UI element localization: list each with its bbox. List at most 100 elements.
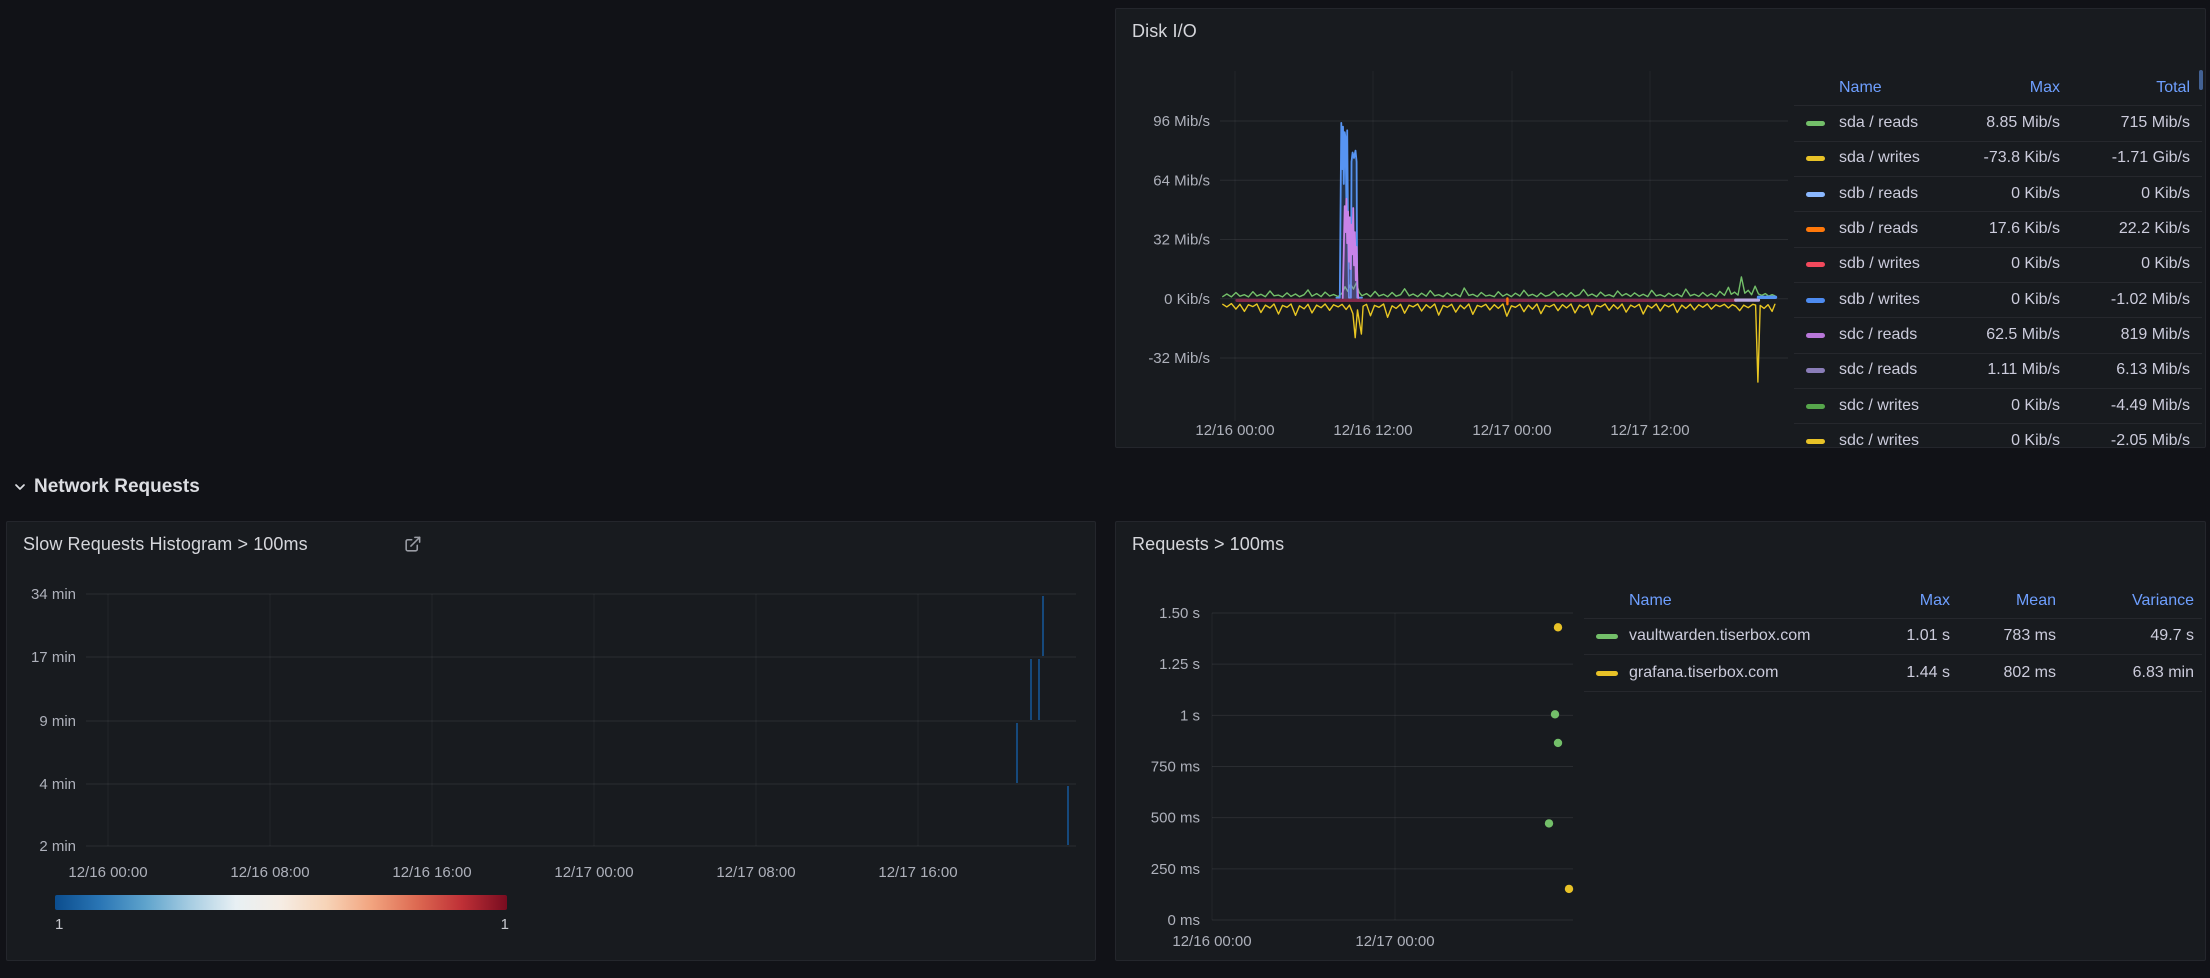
series-color-swatch (1806, 404, 1825, 409)
legend-row[interactable]: sdc / reads1.11 Mib/s6.13 Mib/s (1794, 359, 2202, 381)
series-color-swatch (1806, 298, 1825, 303)
legend-cell-max: 1.44 s (1830, 662, 1950, 684)
x-axis-tick-label: 12/17 16:00 (878, 864, 957, 881)
series-sda-writes (1223, 304, 1775, 383)
legend-row[interactable]: sda / reads8.85 Mib/s715 Mib/s (1794, 112, 2202, 134)
y-axis-tick-label: -32 Mib/s (1148, 350, 1210, 367)
series-color-swatch (1806, 368, 1825, 373)
y-axis-tick-label: 1.25 s (1159, 656, 1200, 673)
panel-title-slow-requests[interactable]: Slow Requests Histogram > 100ms (23, 534, 308, 555)
scatter-point[interactable] (1554, 623, 1562, 631)
legend-header-total[interactable]: Total (2070, 77, 2190, 99)
panel-requests: 1.50 s1.25 s1 s750 ms500 ms250 ms0 ms12/… (1115, 521, 2206, 961)
y-axis-tick-label: 250 ms (1151, 861, 1200, 878)
legend-cell-name: sdb / writes (1839, 289, 1920, 311)
legend-row[interactable]: sdb / writes0 Kib/s-1.02 Mib/s (1794, 289, 2202, 311)
legend-row[interactable]: sdc / reads62.5 Mib/s819 Mib/s (1794, 324, 2202, 346)
legend-row[interactable]: vaultwarden.tiserbox.com1.01 s783 ms49.7… (1584, 625, 2202, 647)
series-color-swatch (1806, 121, 1825, 126)
legend-cell-max: -73.8 Kib/s (1924, 147, 2060, 169)
legend-cell-total: 0 Kib/s (2070, 253, 2190, 275)
color-scale-min: 1 (55, 916, 63, 933)
x-axis-tick-label: 12/16 00:00 (1195, 422, 1274, 439)
scatter-point[interactable] (1551, 710, 1559, 718)
legend-cell-total: -2.05 Mib/s (2070, 430, 2190, 447)
external-link-icon[interactable] (403, 535, 422, 554)
histogram-bar[interactable] (1038, 659, 1040, 720)
legend-row[interactable]: sdb / writes0 Kib/s0 Kib/s (1794, 253, 2202, 275)
legend-cell-max: 1.01 s (1830, 625, 1950, 647)
y-axis-tick-label: 64 Mib/s (1153, 172, 1210, 189)
legend-cell-mean: 783 ms (1956, 625, 2056, 647)
legend-cell-mean: 802 ms (1956, 662, 2056, 684)
y-axis-tick-label: 0 Kib/s (1164, 291, 1210, 308)
legend-row[interactable]: sdb / reads0 Kib/s0 Kib/s (1794, 183, 2202, 205)
legend-row[interactable]: sda / writes-73.8 Kib/s -1.71 Gib/s (1794, 147, 2202, 169)
y-axis-tick-label: 500 ms (1151, 810, 1200, 827)
legend-cell-total: 6.13 Mib/s (2070, 359, 2190, 381)
legend-cell-total: 819 Mib/s (2070, 324, 2190, 346)
legend-cell-name: sdc / writes (1839, 395, 1919, 417)
x-axis-tick-label: 12/17 00:00 (1472, 422, 1551, 439)
histogram-bar[interactable] (1030, 659, 1032, 720)
legend-header-name[interactable]: Name (1839, 77, 1882, 99)
legend-cell-max: 0 Kib/s (1924, 289, 2060, 311)
histogram-bar[interactable] (1042, 596, 1044, 656)
x-axis-tick-label: 12/17 00:00 (554, 864, 633, 881)
x-axis-tick-label: 12/16 08:00 (230, 864, 309, 881)
legend-cell-max: 1.11 Mib/s (1924, 359, 2060, 381)
legend-header-variance[interactable]: Variance (2064, 590, 2194, 612)
section-row-network-requests[interactable]: Network Requests (12, 476, 200, 498)
legend-cell-name: sdb / writes (1839, 253, 1920, 275)
x-axis-tick-label: 12/17 08:00 (716, 864, 795, 881)
y-axis-tick-label: 2 min (39, 838, 76, 855)
color-scale-max: 1 (499, 916, 509, 933)
y-axis-tick-label: 1.50 s (1159, 605, 1200, 622)
y-axis-tick-label: 34 min (31, 586, 76, 603)
legend-cell-variance: 6.83 min (2064, 662, 2194, 684)
legend-cell-max: 0 Kib/s (1924, 183, 2060, 205)
legend-row[interactable]: grafana.tiserbox.com1.44 s802 ms6.83 min (1584, 662, 2202, 684)
x-axis-tick-label: 12/16 00:00 (1172, 933, 1251, 950)
legend-header-mean[interactable]: Mean (1956, 590, 2056, 612)
histogram-bar[interactable] (1016, 723, 1018, 783)
legend-header-max[interactable]: Max (1830, 590, 1950, 612)
y-axis-tick-label: 32 Mib/s (1153, 232, 1210, 249)
scatter-point[interactable] (1545, 819, 1553, 827)
legend-cell-max: 0 Kib/s (1924, 395, 2060, 417)
legend-cell-name: sda / reads (1839, 112, 1918, 134)
histogram-bar[interactable] (1067, 786, 1069, 845)
scatter-point[interactable] (1554, 739, 1562, 747)
y-axis-tick-label: 96 Mib/s (1153, 113, 1210, 130)
series-color-swatch (1806, 262, 1825, 267)
legend-header-max[interactable]: Max (1924, 77, 2060, 99)
legend-row[interactable]: sdb / reads17.6 Kib/s22.2 Kib/s (1794, 218, 2202, 240)
series-color-swatch (1806, 156, 1825, 161)
y-axis-tick-label: 9 min (39, 713, 76, 730)
y-axis-tick-label: 17 min (31, 649, 76, 666)
legend-cell-max: 17.6 Kib/s (1924, 218, 2060, 240)
legend-header-name[interactable]: Name (1629, 590, 1672, 612)
legend-row[interactable]: sdc / writes0 Kib/s-4.49 Mib/s (1794, 395, 2202, 417)
series-sda-reads (1223, 277, 1775, 297)
legend-cell-name: sda / writes (1839, 147, 1920, 169)
legend-cell-max: 62.5 Mib/s (1924, 324, 2060, 346)
x-axis-tick-label: 12/16 00:00 (68, 864, 147, 881)
section-title: Network Requests (34, 476, 200, 498)
panel-title-disk-io[interactable]: Disk I/O (1132, 21, 1197, 42)
legend-cell-total: -1.71 Gib/s (2070, 147, 2190, 169)
y-axis-tick-label: 1 s (1180, 707, 1200, 724)
legend-scrollbar-thumb[interactable] (2199, 70, 2203, 90)
y-axis-tick-label: 4 min (39, 776, 76, 793)
y-axis-tick-label: 0 ms (1167, 912, 1200, 929)
legend-cell-total: 22.2 Kib/s (2070, 218, 2190, 240)
legend-row[interactable]: sdc / writes0 Kib/s-2.05 Mib/s (1794, 430, 2202, 447)
panel-title-requests[interactable]: Requests > 100ms (1132, 534, 1284, 555)
series-color-swatch (1596, 634, 1618, 639)
legend-cell-max: 0 Kib/s (1924, 253, 2060, 275)
x-axis-tick-label: 12/16 16:00 (392, 864, 471, 881)
legend-cell-total: 0 Kib/s (2070, 183, 2190, 205)
scatter-point[interactable] (1565, 885, 1573, 893)
legend-cell-max: 0 Kib/s (1924, 430, 2060, 447)
series-color-swatch (1806, 439, 1825, 444)
